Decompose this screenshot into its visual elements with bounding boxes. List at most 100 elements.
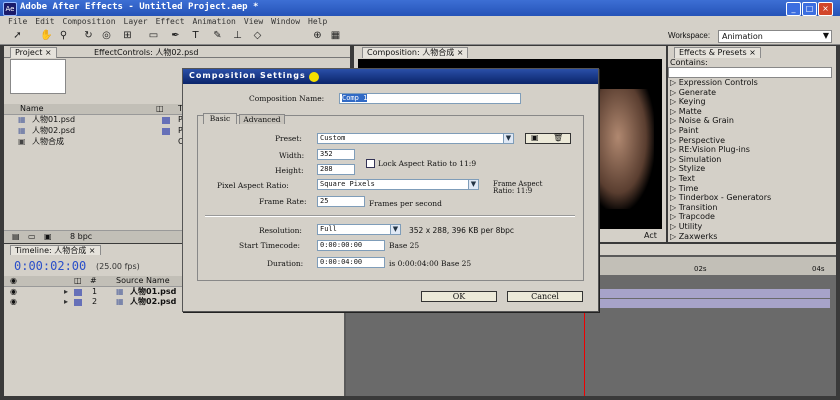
maximize-icon[interactable]: □ <box>802 2 817 16</box>
effects-presets-panel: Effects & Presets × Contains: ▷ Expressi… <box>668 46 836 242</box>
text-tool-icon[interactable]: T <box>190 30 201 41</box>
pen-tool-icon[interactable]: ✒ <box>170 30 181 41</box>
save-preset-icon[interactable]: ▣ <box>531 133 539 142</box>
effects-category-item[interactable]: ▷ Perspective <box>670 136 830 146</box>
new-comp-icon[interactable]: ▣ <box>44 232 52 241</box>
cancel-button[interactable]: Cancel <box>507 291 583 302</box>
label-color-swatch <box>162 117 170 124</box>
effects-category-item[interactable]: ▷ RE:Vision Plug-ins <box>670 145 830 155</box>
menu-edit[interactable]: Edit <box>35 17 54 26</box>
start-timecode-input[interactable]: 0:00:00:00 <box>317 240 385 251</box>
dialog-title-bar: Composition Settings <box>183 69 598 84</box>
minimize-icon[interactable]: _ <box>786 2 801 16</box>
effects-category-item[interactable]: ▷ Paint <box>670 126 830 136</box>
chevron-down-icon[interactable]: ▼ <box>468 179 479 190</box>
menu-window[interactable]: Window <box>271 17 300 26</box>
project-thumbnail <box>10 59 66 94</box>
lock-aspect-checkbox[interactable] <box>366 159 375 168</box>
preset-label: Preset: <box>275 134 302 143</box>
hand-tool-icon[interactable]: ✋ <box>40 30 52 41</box>
selection-tool-icon[interactable]: ➚ <box>12 30 23 41</box>
effects-category-item[interactable]: ▷ Keying <box>670 97 830 107</box>
frame-rate-readout: (25.00 fps) <box>96 262 140 271</box>
clone-stamp-icon[interactable]: ⊥ <box>232 30 243 41</box>
col-source-name[interactable]: Source Name <box>116 276 170 285</box>
effects-category-item[interactable]: ▷ Matte <box>670 107 830 117</box>
menu-effect[interactable]: Effect <box>156 17 185 26</box>
chevron-down-icon[interactable]: ▼ <box>503 133 514 144</box>
expand-triangle-icon[interactable]: ▸ <box>64 287 68 297</box>
effects-category-item[interactable]: ▷ Utility <box>670 222 830 232</box>
frame-rate-label: Frame Rate: <box>259 197 307 206</box>
effects-category-item[interactable]: ▷ Expression Controls <box>670 78 830 88</box>
menu-layer[interactable]: Layer <box>124 17 148 26</box>
current-time-display[interactable]: 0:00:02:00 <box>14 259 86 273</box>
zoom-tool-icon[interactable]: ⚲ <box>58 30 69 41</box>
effects-category-item[interactable]: ▷ Generate <box>670 88 830 98</box>
effects-category-item[interactable]: ▷ Transition <box>670 203 830 213</box>
tab-project[interactable]: Project × <box>10 47 57 58</box>
bit-depth-button[interactable]: 8 bpc <box>70 232 92 241</box>
window-title-bar: Ae Adobe After Effects - Untitled Projec… <box>0 0 840 16</box>
menu-help[interactable]: Help <box>308 17 327 26</box>
tab-effect-controls[interactable]: EffectControls: 人物02.psd <box>94 47 198 58</box>
close-icon[interactable]: × <box>818 2 833 16</box>
effects-search-input[interactable] <box>668 67 832 78</box>
resolution-select[interactable]: Full <box>317 224 393 235</box>
delete-preset-icon[interactable]: 🗑 <box>553 133 563 142</box>
workspace-value: Animation <box>722 32 763 41</box>
dialog-title: Composition Settings <box>189 71 306 80</box>
effects-category-item[interactable]: ▷ Noise & Grain <box>670 116 830 126</box>
expand-triangle-icon: ▷ <box>670 164 679 174</box>
width-input[interactable]: 352 <box>317 149 355 160</box>
effects-category-item[interactable]: ▷ Zaxwerks <box>670 232 830 242</box>
axis-mode-icon[interactable]: ⊕ <box>312 30 323 41</box>
effects-category-item[interactable]: ▷ Simulation <box>670 155 830 165</box>
tab-basic[interactable]: Basic <box>203 113 237 124</box>
interpret-footage-icon[interactable]: ▤ <box>12 232 20 241</box>
menu-file[interactable]: File <box>8 17 27 26</box>
tab-advanced[interactable]: Advanced <box>239 114 285 124</box>
label-tag-icon: ◫ <box>156 104 164 113</box>
resolution-label: Resolution: <box>259 226 302 235</box>
eye-icon[interactable]: ◉ <box>10 287 17 297</box>
effects-category-item[interactable]: ▷ Trapcode <box>670 212 830 222</box>
ok-button[interactable]: OK <box>421 291 497 302</box>
psd-file-icon: ▦ <box>18 115 26 124</box>
col-hash: # <box>90 276 97 285</box>
menu-view[interactable]: View <box>244 17 263 26</box>
frame-rate-input[interactable]: 25 <box>317 196 365 207</box>
effects-category-item[interactable]: ▷ Tinderbox - Generators <box>670 193 830 203</box>
label-tag-icon: ◫ <box>74 276 82 285</box>
effects-category-item[interactable]: ▷ Stylize <box>670 164 830 174</box>
workspace-select[interactable]: Animation ▼ <box>718 30 832 43</box>
brush-tool-icon[interactable]: ✎ <box>212 30 223 41</box>
menu-animation[interactable]: Animation <box>193 17 236 26</box>
tab-effects-presets[interactable]: Effects & Presets × <box>674 47 761 58</box>
expand-triangle-icon: ▷ <box>670 222 679 231</box>
comp-name-input[interactable]: Comp 1 <box>339 93 521 104</box>
world-axis-icon[interactable]: ▦ <box>330 30 341 41</box>
person-preview-image <box>594 89 654 209</box>
tab-composition[interactable]: Composition: 人物合成 × <box>362 47 469 58</box>
par-select[interactable]: Square Pixels <box>317 179 471 190</box>
duration-input[interactable]: 0:00:04:00 <box>317 257 385 268</box>
ruler-tick-label: 04s <box>812 265 825 273</box>
effects-category-item[interactable]: ▷ Time <box>670 184 830 194</box>
preset-select[interactable]: Custom <box>317 133 506 144</box>
rotate-tool-icon[interactable]: ↻ <box>83 30 94 41</box>
col-name[interactable]: Name <box>20 104 44 113</box>
mask-tool-icon[interactable]: ▭ <box>148 30 159 41</box>
height-input[interactable]: 288 <box>317 164 355 175</box>
new-folder-icon[interactable]: ▭ <box>28 232 36 241</box>
menu-composition[interactable]: Composition <box>63 17 116 26</box>
expand-triangle-icon: ▷ <box>670 87 679 97</box>
chevron-down-icon[interactable]: ▼ <box>390 224 401 235</box>
orbit-camera-icon[interactable]: ◎ <box>101 30 112 41</box>
eraser-tool-icon[interactable]: ◇ <box>252 30 263 41</box>
active-camera-select[interactable]: Act <box>644 231 657 240</box>
effects-category-item[interactable]: ▷ Text <box>670 174 830 184</box>
eye-icon[interactable]: ◉ <box>10 297 17 307</box>
expand-triangle-icon[interactable]: ▸ <box>64 297 68 307</box>
pan-behind-icon[interactable]: ⊞ <box>122 30 133 41</box>
